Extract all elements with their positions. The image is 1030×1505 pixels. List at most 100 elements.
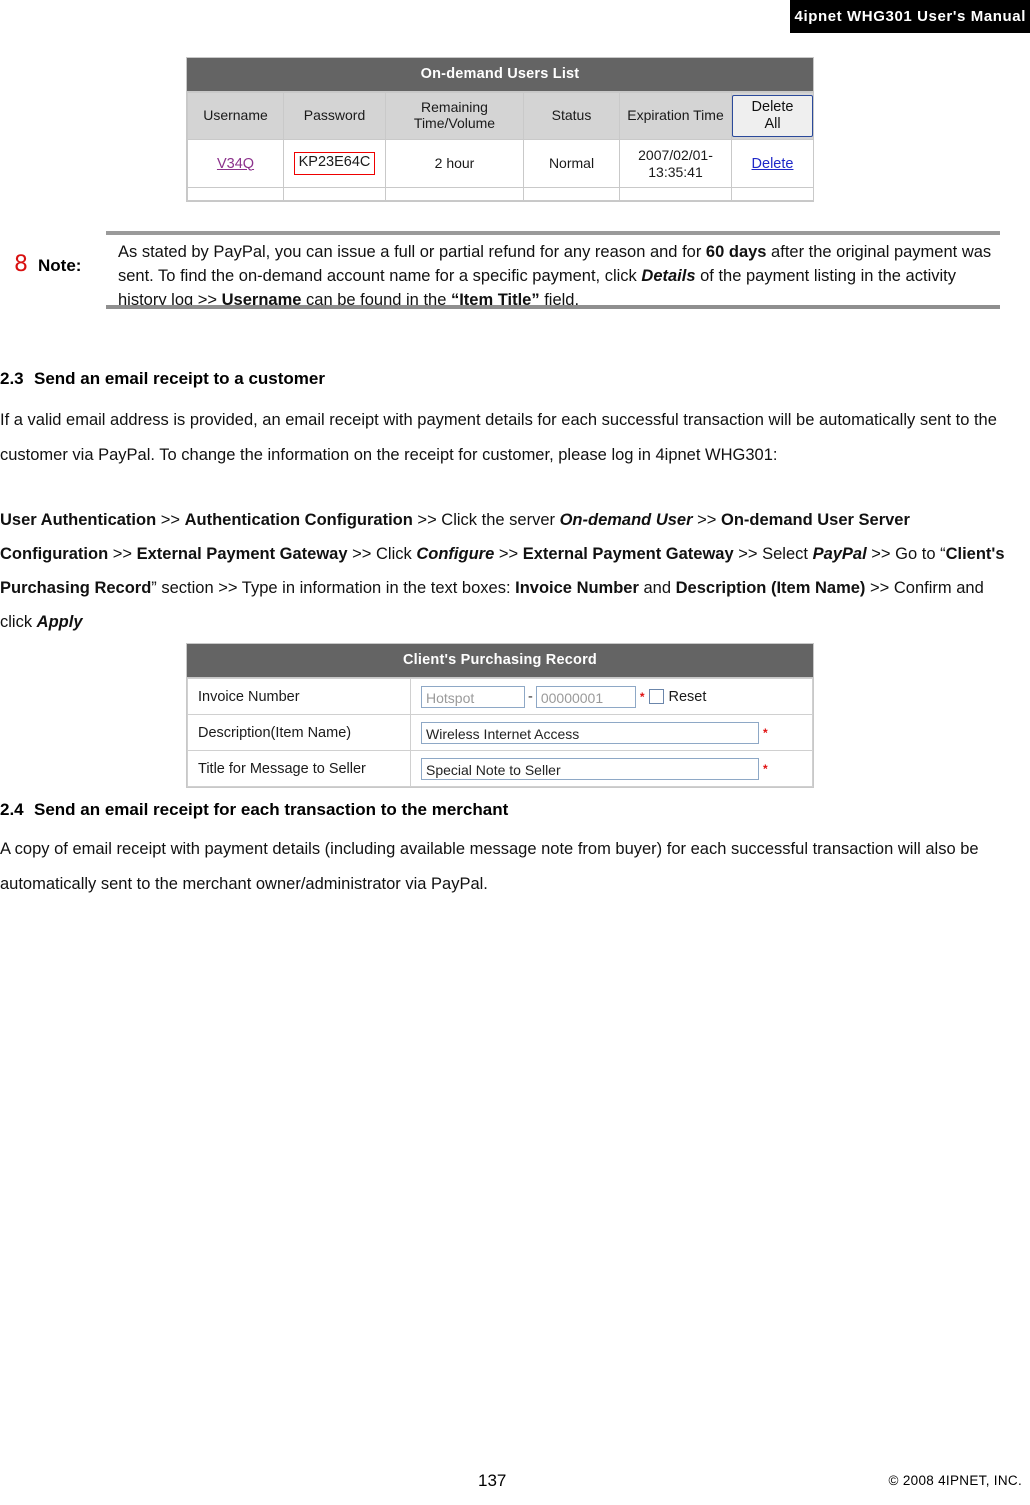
path-sep-7: >> [733, 545, 763, 563]
note-body: As stated by PayPal, you can issue a ful… [118, 241, 996, 313]
section-2-3-paragraph: If a valid email address is provided, an… [0, 411, 997, 464]
table-row-empty [187, 187, 814, 201]
path-user-authentication: User Authentication [0, 511, 157, 529]
path-sep-6: >> [494, 545, 523, 563]
cell-empty-6 [731, 187, 814, 201]
table-row: V34Q KP23E64C 2 hour Normal 2007/02/01- … [187, 139, 814, 188]
path-sep-3: >> [692, 511, 721, 529]
note-bolditalic-details: Details [641, 266, 696, 285]
cell-username: V34Q [187, 139, 284, 188]
path-external-payment-gateway-2: External Payment Gateway [522, 545, 734, 563]
cell-delete: Delete [731, 139, 814, 188]
cell-empty-3 [385, 187, 524, 201]
manual-page: 4ipnet WHG301 User's Manual On-demand Us… [0, 0, 1030, 1505]
path-paypal: PayPal [812, 545, 867, 563]
path-sep-9: >> [865, 579, 894, 597]
copyright-notice: © 2008 4IPNET, INC. [888, 1473, 1022, 1488]
reset-checkbox-label: Reset [668, 688, 707, 705]
clients-purchasing-record-table: Invoice Number Hotspot -00000001 * Reset De… [187, 678, 813, 787]
cell-password: KP23E64C [283, 139, 386, 188]
label-title-for-message-to-seller: Title for Message to Seller [187, 750, 411, 787]
password-highlight-box: KP23E64C [293, 152, 376, 175]
field-title-for-message-to-seller: Special Note to Seller * [410, 750, 813, 787]
expiration-date: 2007/02/01- [638, 147, 713, 164]
section-2-3-title: Send an email receipt to a customer [34, 369, 325, 388]
cell-empty-5 [619, 187, 732, 201]
form-row-title-for-message: Title for Message to Seller Special Note… [187, 750, 813, 787]
label-description-item-name: Description(Item Name) [187, 714, 411, 751]
required-asterisk-invoice: * [639, 689, 645, 704]
on-demand-users-list-title: On-demand Users List [187, 58, 813, 92]
path-sep-2: >> [412, 511, 442, 529]
path-sep-5: >> [347, 545, 376, 563]
path-sep-1: >> [156, 511, 185, 529]
invoice-prefix-input[interactable]: Hotspot [421, 685, 525, 708]
clients-purchasing-record-panel: Client's Purchasing Record Invoice Numbe… [186, 643, 814, 788]
path-on-demand-user: On-demand User [559, 511, 693, 529]
field-invoice-number: Hotspot -00000001 * Reset [410, 678, 813, 715]
path-and: and [638, 579, 676, 597]
path-configure: Configure [416, 545, 495, 563]
column-header-username: Username [187, 92, 284, 140]
hand-pointer-icon: 8 [14, 252, 28, 277]
path-sep-4: >> [108, 545, 137, 563]
cell-status: Normal [523, 139, 620, 188]
form-row-description: Description(Item Name) Wireless Internet… [187, 714, 813, 751]
cell-empty-2 [283, 187, 386, 201]
running-header-title: 4ipnet WHG301 User's Manual [794, 8, 1026, 25]
required-asterisk-description: * [763, 725, 768, 740]
username-link[interactable]: V34Q [217, 156, 254, 172]
page-number: 137 [478, 1471, 507, 1490]
invoice-serial-input[interactable]: 00000001 [535, 685, 636, 708]
section-2-3-heading: 2.3 Send an email receipt to a customer [0, 369, 325, 389]
table-header-row: Username Password Remaining Time/Volume … [187, 92, 814, 140]
note-bold-60-days: 60 days [705, 243, 767, 261]
label-invoice-number: Invoice Number [187, 678, 411, 715]
reset-checkbox[interactable] [648, 689, 664, 704]
path-go-to: Go to “ [895, 545, 946, 563]
description-input[interactable]: Wireless Internet Access [421, 721, 759, 744]
path-description-item-name: Description (Item Name) [675, 579, 866, 597]
note-label: Note: [38, 256, 82, 275]
path-external-payment-gateway-1: External Payment Gateway [136, 545, 348, 563]
column-header-remaining-line1: Remaining [421, 99, 488, 116]
invoice-separator: - [528, 688, 533, 705]
cell-expiration-time: 2007/02/01- 13:35:41 [619, 139, 732, 188]
path-section-type-in: ” section >> Type in information in the … [151, 579, 516, 597]
path-authentication-configuration: Authentication Configuration [184, 511, 413, 529]
path-select: Select [762, 545, 813, 563]
column-header-remaining-time-volume: Remaining Time/Volume [385, 92, 524, 140]
cell-empty-1 [187, 187, 284, 201]
running-header: 4ipnet WHG301 User's Manual [790, 0, 1030, 33]
section-2-4-heading: 2.4 Send an email receipt for each transa… [0, 800, 508, 820]
column-header-password: Password [283, 92, 386, 140]
field-description-item-name: Wireless Internet Access * [410, 714, 813, 751]
path-apply: Apply [36, 613, 83, 631]
path-sep-8: >> [866, 545, 896, 563]
section-2-3-number: 2.3 [0, 369, 24, 388]
delete-all-button[interactable]: Delete All [732, 95, 813, 137]
form-row-invoice-number: Invoice Number Hotspot -00000001 * Reset [187, 678, 813, 715]
column-header-remaining-line2: Time/Volume [413, 115, 496, 131]
section-2-4-number: 2.4 [0, 800, 24, 819]
on-demand-users-table: Username Password Remaining Time/Volume … [187, 92, 814, 201]
delete-all-cell: Delete All [731, 92, 814, 140]
cell-remaining-time: 2 hour [385, 139, 524, 188]
section-2-3-navigation-path: User Authentication >> Authentication Co… [0, 503, 1015, 639]
column-header-status: Status [523, 92, 620, 140]
path-click-the-server: Click the server [441, 511, 560, 529]
title-message-input[interactable]: Special Note to Seller [421, 757, 759, 780]
note-bottom-rule [106, 305, 1000, 309]
note-text-1: As stated by PayPal, you can issue a ful… [118, 243, 706, 261]
cell-empty-4 [523, 187, 620, 201]
section-2-4-paragraph: A copy of email receipt with payment det… [0, 840, 979, 893]
section-2-4-title: Send an email receipt for each transacti… [34, 800, 509, 819]
path-click: Click [376, 545, 417, 563]
on-demand-users-list-panel: On-demand Users List Username Password R… [186, 57, 814, 202]
required-asterisk-title-message: * [763, 761, 768, 776]
delete-link[interactable]: Delete [752, 156, 794, 172]
column-header-expiration-time: Expiration Time [619, 92, 732, 140]
clients-purchasing-record-title: Client's Purchasing Record [187, 644, 813, 678]
note-top-rule [106, 231, 1000, 235]
path-invoice-number: Invoice Number [515, 579, 639, 597]
